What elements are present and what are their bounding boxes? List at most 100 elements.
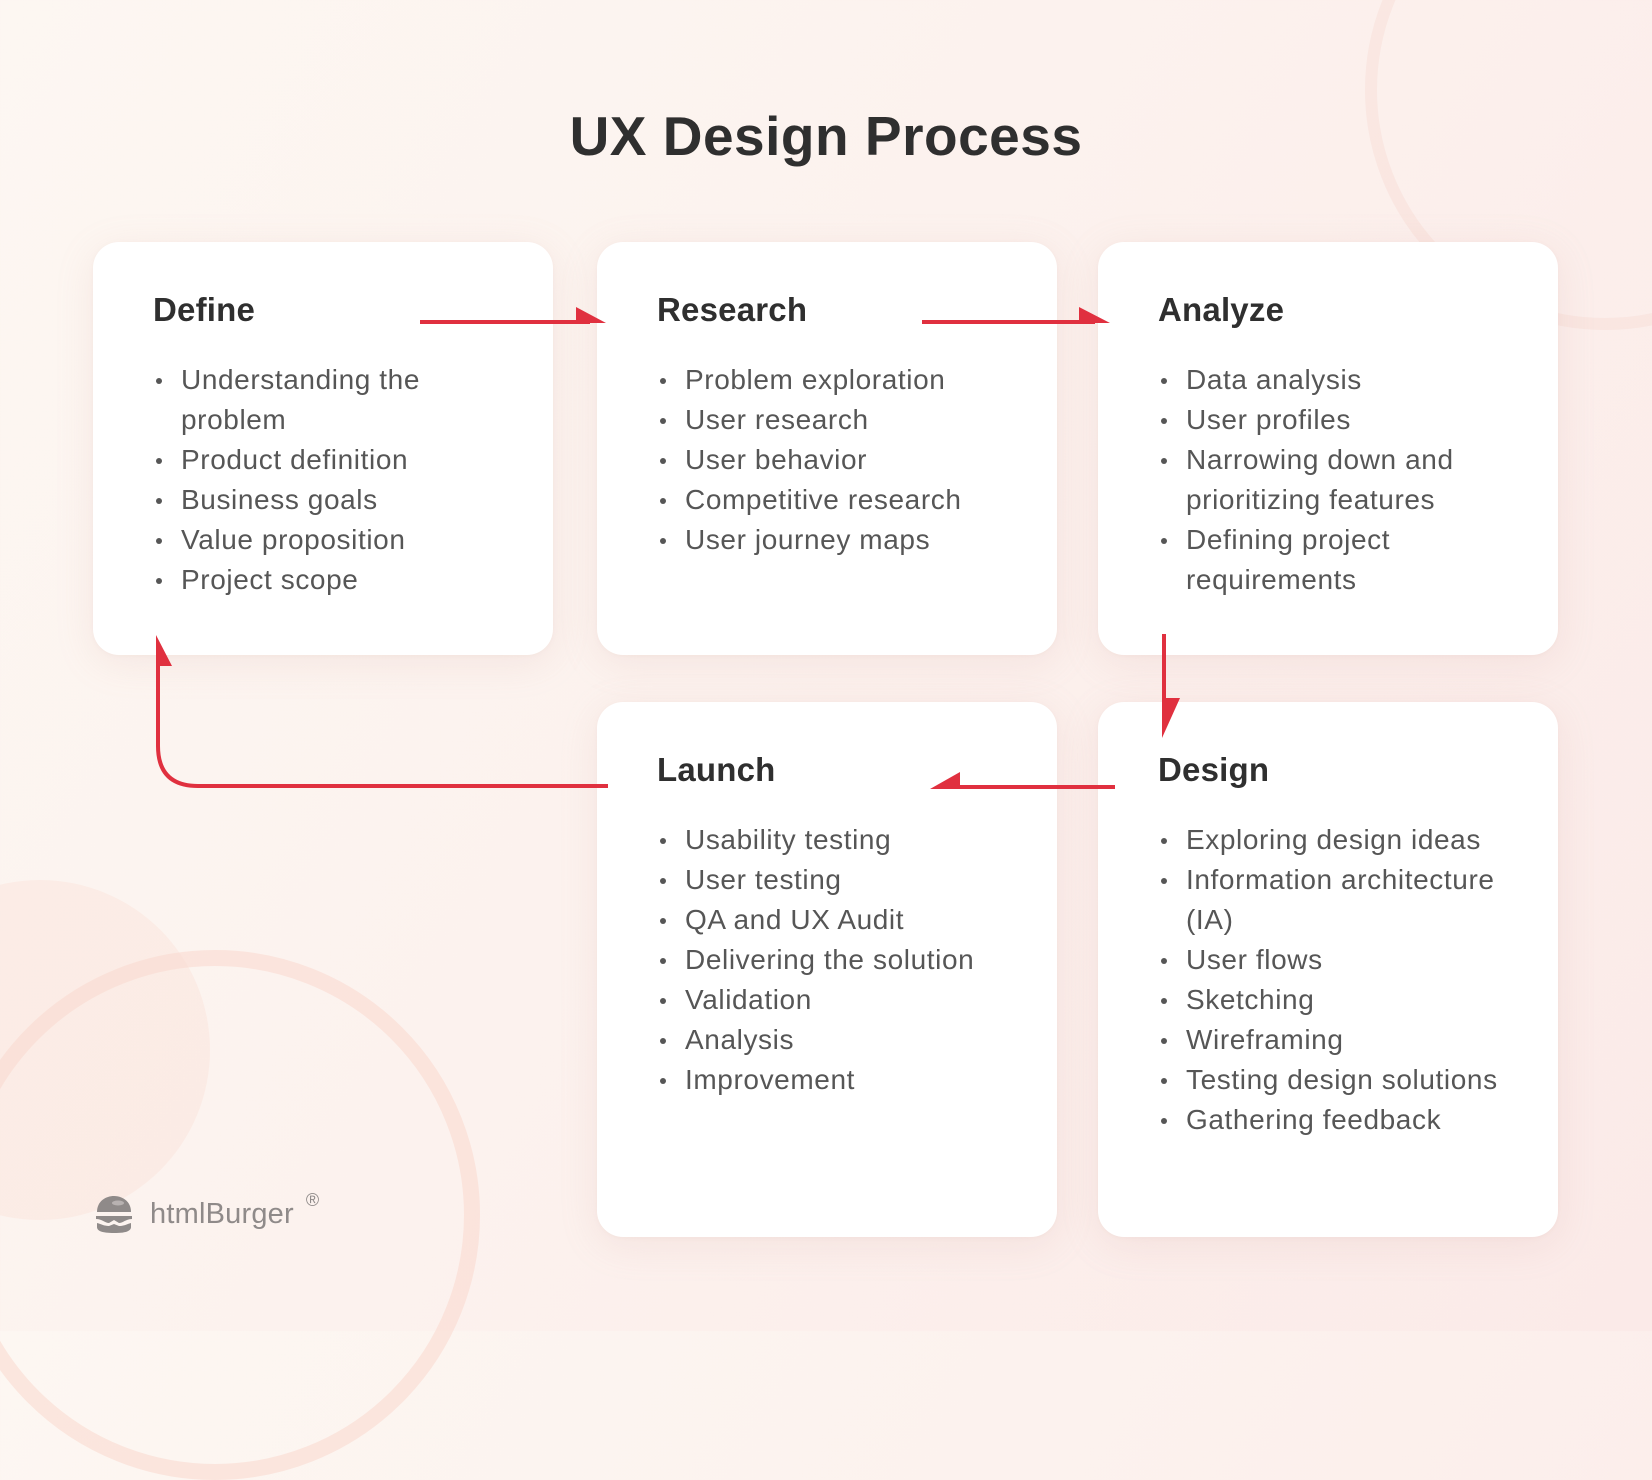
bullet-icon xyxy=(1161,538,1167,544)
step-card-define: Define Understanding the problem Product … xyxy=(93,242,553,655)
bullet-icon xyxy=(156,458,162,464)
step-card-analyze: Analyze Data analysis User profiles Narrow… xyxy=(1098,242,1558,655)
bullet-icon xyxy=(1161,838,1167,844)
bullet-icon xyxy=(156,578,162,584)
bullet-icon xyxy=(156,538,162,544)
list-item-text: Product definition xyxy=(181,444,409,475)
list-item: Exploring design ideas xyxy=(1158,820,1518,860)
bullet-icon xyxy=(156,498,162,504)
list-item-text: Business goals xyxy=(181,484,378,515)
list-item: Product definition xyxy=(153,440,513,480)
decorative-disc-bottom-left xyxy=(0,880,210,1220)
list-item-text: Understanding the problem xyxy=(181,364,421,435)
list-item-text: Exploring design ideas xyxy=(1186,824,1481,855)
list-item-text: User testing xyxy=(685,864,842,895)
list-item-text: QA and UX Audit xyxy=(685,904,905,935)
list-item: Testing design solutions xyxy=(1158,1060,1518,1100)
list-item: QA and UX Audit xyxy=(657,900,1017,940)
step-card-research: Research Problem exploration User researc… xyxy=(597,242,1057,655)
list-item: Analysis xyxy=(657,1020,1017,1060)
step-items: Data analysis User profiles Narrowing down… xyxy=(1158,360,1518,600)
page-title: UX Design Process xyxy=(569,105,1083,167)
step-title: Define xyxy=(153,291,256,328)
bullet-icon xyxy=(660,418,666,424)
list-item: User flows xyxy=(1158,940,1518,980)
brand-footer: htmlBurger ® xyxy=(93,1189,320,1235)
list-item: User profiles xyxy=(1158,400,1518,440)
list-item-text: Data analysis xyxy=(1186,364,1362,395)
list-item-text: Analysis xyxy=(685,1024,795,1055)
list-item-text: Usability testing xyxy=(685,824,892,855)
list-item-text: User behavior xyxy=(685,444,868,475)
brand-name: htmlBurger xyxy=(150,1197,294,1230)
step-title: Design xyxy=(1158,751,1270,788)
list-item: Wireframing xyxy=(1158,1020,1518,1060)
bullet-icon xyxy=(1161,1118,1167,1124)
step-card-launch: Launch Usability testing User testing QA a… xyxy=(597,702,1057,1237)
list-item-text: Gathering feedback xyxy=(1186,1104,1442,1135)
list-item: Sketching xyxy=(1158,980,1518,1020)
bullet-icon xyxy=(660,378,666,384)
bullet-icon xyxy=(660,918,666,924)
list-item: Information architecture (IA) xyxy=(1158,860,1518,940)
bullet-icon xyxy=(660,1038,666,1044)
bullet-icon xyxy=(660,998,666,1004)
list-item-text: Narrowing down and prioritizing features xyxy=(1186,444,1454,515)
bullet-icon xyxy=(1161,878,1167,884)
bullet-icon xyxy=(156,378,162,384)
bullet-icon xyxy=(1161,958,1167,964)
step-card-design: Design Exploring design ideas Information… xyxy=(1098,702,1558,1237)
step-items: Understanding the problem Product definit… xyxy=(153,360,513,600)
list-item: Business goals xyxy=(153,480,513,520)
list-item-text: Testing design solutions xyxy=(1186,1064,1498,1095)
list-item: User research xyxy=(657,400,1017,440)
list-item: Data analysis xyxy=(1158,360,1518,400)
bullet-icon xyxy=(660,958,666,964)
list-item: User behavior xyxy=(657,440,1017,480)
list-item-text: Validation xyxy=(685,984,812,1015)
list-item-text: Problem exploration xyxy=(685,364,946,395)
bullet-icon xyxy=(660,498,666,504)
list-item-text: Delivering the solution xyxy=(685,944,975,975)
bullet-icon xyxy=(1161,458,1167,464)
bullet-icon xyxy=(660,458,666,464)
list-item-text: Information architecture (IA) xyxy=(1186,864,1495,935)
list-item-text: User profiles xyxy=(1186,404,1351,435)
step-items: Usability testing User testing QA and UX A… xyxy=(657,820,1017,1100)
step-title: Research xyxy=(657,291,808,328)
list-item: Narrowing down and prioritizing features xyxy=(1158,440,1518,520)
registered-mark: ® xyxy=(305,1189,320,1210)
list-item-text: Improvement xyxy=(685,1064,855,1095)
list-item: Improvement xyxy=(657,1060,1017,1100)
bullet-icon xyxy=(660,878,666,884)
bullet-icon xyxy=(660,838,666,844)
step-title: Analyze xyxy=(1158,291,1285,328)
bullet-icon xyxy=(660,1078,666,1084)
list-item-text: Competitive research xyxy=(685,484,962,515)
list-item: Competitive research xyxy=(657,480,1017,520)
list-item: User testing xyxy=(657,860,1017,900)
list-item: Delivering the solution xyxy=(657,940,1017,980)
step-items: Exploring design ideas Information archit… xyxy=(1158,820,1518,1140)
list-item-text: Wireframing xyxy=(1186,1024,1344,1055)
bullet-icon xyxy=(1161,1078,1167,1084)
list-item-text: Defining project requirements xyxy=(1186,524,1391,595)
bullet-icon xyxy=(1161,998,1167,1004)
bullet-icon xyxy=(1161,1038,1167,1044)
list-item: Problem exploration xyxy=(657,360,1017,400)
list-item: Gathering feedback xyxy=(1158,1100,1518,1140)
bullet-icon xyxy=(1161,418,1167,424)
step-title: Launch xyxy=(657,751,776,788)
list-item: Defining project requirements xyxy=(1158,520,1518,600)
burger-logo-icon xyxy=(96,1196,132,1233)
list-item-text: User research xyxy=(685,404,869,435)
list-item-text: Project scope xyxy=(181,564,359,595)
list-item-text: Value proposition xyxy=(181,524,406,555)
list-item: Project scope xyxy=(153,560,513,600)
list-item: Value proposition xyxy=(153,520,513,560)
list-item: Validation xyxy=(657,980,1017,1020)
step-items: Problem exploration User research User beh… xyxy=(657,360,1017,560)
list-item-text: User flows xyxy=(1186,944,1323,975)
bullet-icon xyxy=(660,538,666,544)
list-item: Usability testing xyxy=(657,820,1017,860)
